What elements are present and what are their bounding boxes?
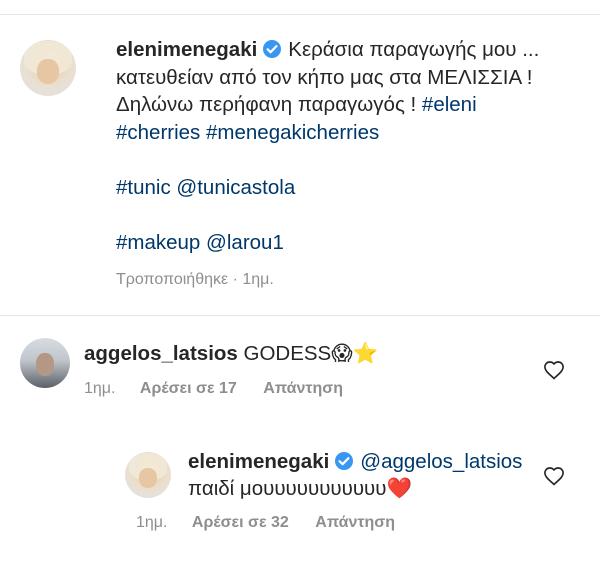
comment-likes[interactable]: Αρέσει σε 17	[140, 380, 237, 397]
heart-icon[interactable]	[543, 466, 565, 486]
reply-author-avatar[interactable]	[125, 452, 171, 498]
hashtag-link[interactable]: #eleni	[422, 93, 477, 116]
post-author-username[interactable]: elenimenegaki	[116, 38, 257, 61]
reply-meta: 1ημ. Αρέσει σε 32 Απάντηση	[136, 514, 395, 532]
hashtag-link[interactable]: #makeup	[116, 231, 200, 254]
post-caption: elenimenegaki Κεράσια παραγωγής μου ... κ…	[116, 36, 586, 256]
hashtag-link[interactable]: #menegakicherries	[206, 121, 379, 144]
reply-body: elenimenegaki @aggelos_latsios παιδί μουυ…	[188, 448, 548, 502]
reply-likes[interactable]: Αρέσει σε 32	[192, 514, 289, 531]
caption-text-1: Κεράσια παραγωγής μου ...	[288, 38, 540, 61]
top-divider	[0, 14, 600, 15]
caption-text-2: κατευθείαν από τον κήπο μας στα ΜΕΛΙΣΣΙΑ…	[116, 65, 533, 89]
verified-badge-icon	[263, 40, 282, 58]
comment-meta: 1ημ. Αρέσει σε 17 Απάντηση	[84, 380, 343, 398]
reply-button[interactable]: Απάντηση	[315, 514, 395, 531]
comment-text: GODESS😱⭐	[243, 342, 379, 365]
hashtag-link[interactable]: #tunic	[116, 176, 171, 199]
heart-icon[interactable]	[543, 360, 565, 380]
mention-link[interactable]: @tunicastola	[176, 176, 295, 199]
reply-time: 1ημ.	[136, 514, 168, 531]
caption-edited-timestamp: Τροποποιήθηκε · 1ημ.	[116, 271, 274, 288]
caption-text-3: Δηλώνω περήφανη παραγωγός !	[116, 93, 422, 116]
commenter-username[interactable]: aggelos_latsios	[84, 342, 238, 365]
reply-text: παιδί μουυυυυυυυυυυ❤️	[188, 477, 412, 500]
reply-button[interactable]: Απάντηση	[263, 380, 343, 397]
comment-body: aggelos_latsios GODESS😱⭐	[84, 340, 378, 367]
reply-author-username[interactable]: elenimenegaki	[188, 450, 329, 473]
commenter-avatar[interactable]	[20, 338, 70, 388]
verified-badge-icon	[335, 452, 354, 470]
hashtag-link[interactable]: #cherries	[116, 121, 200, 144]
comment-time: 1ημ.	[84, 380, 116, 397]
mention-link[interactable]: @aggelos_latsios	[360, 450, 522, 473]
caption-divider	[0, 315, 600, 316]
post-author-avatar[interactable]	[20, 40, 76, 96]
mention-link[interactable]: @larou1	[206, 231, 284, 254]
